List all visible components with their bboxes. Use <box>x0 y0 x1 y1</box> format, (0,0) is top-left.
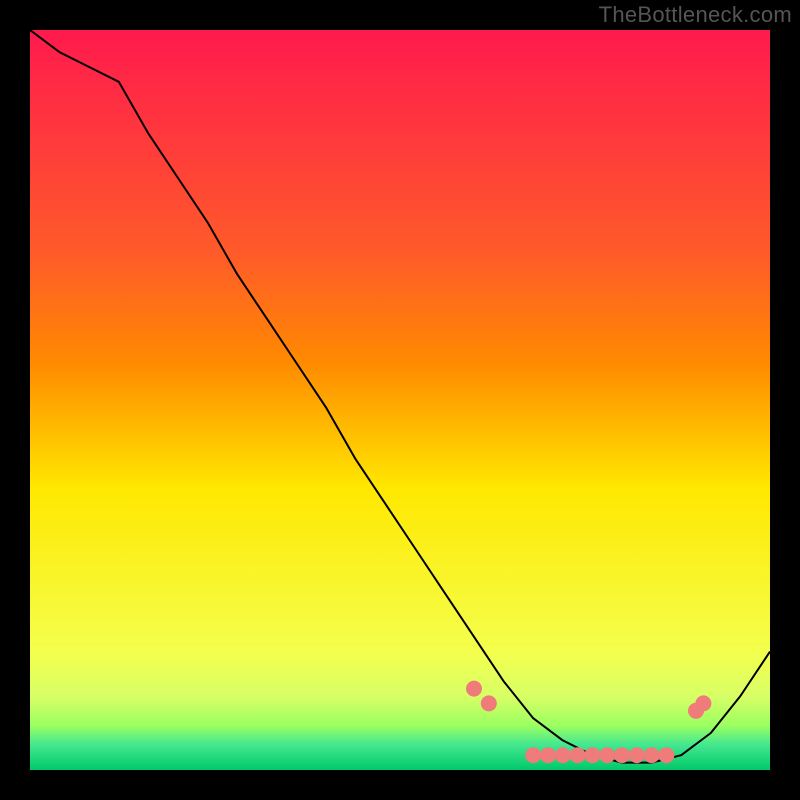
chart-svg <box>30 30 770 770</box>
sample-point <box>695 695 711 711</box>
watermark-text: TheBottleneck.com <box>599 2 792 28</box>
sample-point <box>599 747 615 763</box>
sample-point <box>481 695 497 711</box>
sample-point <box>466 681 482 697</box>
sample-point <box>644 747 660 763</box>
sample-point <box>525 747 541 763</box>
heatmap-background <box>30 30 770 770</box>
chart-frame: TheBottleneck.com <box>0 0 800 800</box>
sample-point <box>658 747 674 763</box>
sample-point <box>570 747 586 763</box>
sample-point <box>584 747 600 763</box>
sample-point <box>629 747 645 763</box>
sample-point <box>555 747 571 763</box>
sample-point <box>614 747 630 763</box>
plot-area <box>30 30 770 770</box>
sample-point <box>540 747 556 763</box>
